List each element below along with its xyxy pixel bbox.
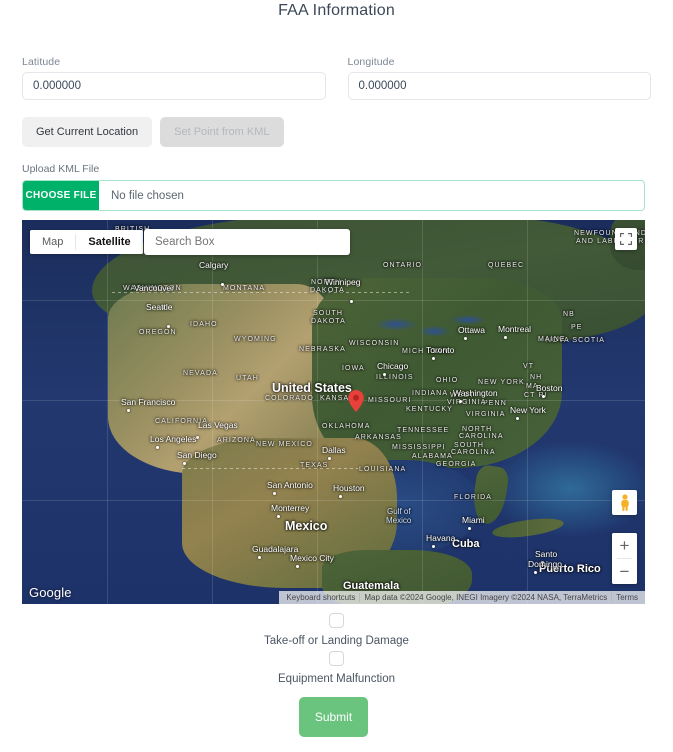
map-city-dot [464,337,467,340]
map-border-line [112,292,412,293]
map-gridline [22,500,645,501]
upload-kml-label: Upload KML File [22,163,100,175]
takeoff-landing-damage-label: Take-off or Landing Damage [264,635,409,647]
equipment-malfunction-label: Equipment Malfunction [278,673,395,685]
file-status-text: No file chosen [111,189,184,202]
equipment-malfunction-group: Equipment Malfunction [0,650,673,685]
landmass-cuba [491,515,565,541]
great-lakes-water [372,306,492,352]
longitude-field-group: Longitude [347,56,651,100]
location-map[interactable]: United States Mexico Cuba Guatemala Puerto R… [22,220,645,604]
map-city-dot [541,561,544,564]
map-imagery [22,220,645,604]
latitude-field-group: Latitude [22,56,326,100]
map-type-control[interactable]: Map Satellite [30,230,143,254]
takeoff-landing-damage-checkbox[interactable] [329,613,344,629]
latitude-input[interactable] [22,72,326,100]
zoom-out-button[interactable]: − [612,559,637,584]
latitude-label: Latitude [22,56,61,68]
map-city-dot [258,556,261,559]
map-gridline [22,300,645,301]
faa-information-page: FAA Information Latitude Longitude Get C… [0,0,673,752]
map-gridline [527,220,528,604]
map-city-dot [516,417,519,420]
pegman-icon [620,493,629,511]
fullscreen-icon [620,233,632,245]
map-gridline [22,400,645,401]
choose-file-button[interactable]: CHOOSE FILE [23,181,99,210]
map-data-attribution: Map data ©2024 Google, INEGI Imagery ©20… [364,593,608,602]
map-city-dot [183,462,186,465]
map-search-input[interactable] [144,229,350,255]
map-gridline [212,220,213,604]
map-gridline [317,220,318,604]
map-city-dot [296,565,299,568]
map-city-dot [432,357,435,360]
map-city-dot [273,492,276,495]
coordinate-fields: Latitude Longitude [22,56,651,100]
map-gridline [107,220,108,604]
map-type-satellite-button[interactable]: Satellite [76,230,143,254]
keyboard-shortcuts-link[interactable]: Keyboard shortcuts [282,593,359,602]
map-city-dot [162,306,165,309]
map-city-dot [432,545,435,548]
map-city-dot [504,336,507,339]
terms-link[interactable]: Terms [612,593,642,602]
map-city-dot [127,409,130,412]
map-city-dot [383,373,386,376]
page-title: FAA Information [278,2,395,19]
submit-button[interactable]: Submit [299,697,368,737]
location-buttons: Get Current Location Set Point from KML [22,117,284,147]
map-gridline [422,220,423,604]
get-current-location-button[interactable]: Get Current Location [22,117,153,147]
map-city-dot [156,446,159,449]
longitude-label: Longitude [347,56,395,68]
map-city-dot [167,325,170,328]
map-zoom-control[interactable]: + − [612,533,637,584]
map-type-map-button[interactable]: Map [30,230,76,254]
map-city-dot [277,515,280,518]
map-attribution: Keyboard shortcuts Map data ©2024 Google… [279,591,645,604]
street-view-pegman-button[interactable] [612,490,637,515]
map-city-dot [328,457,331,460]
map-city-dot [468,527,471,530]
map-city-dot [542,395,545,398]
fullscreen-button[interactable] [615,228,637,250]
map-city-dot [534,571,537,574]
map-city-dot [221,283,224,286]
equipment-malfunction-checkbox[interactable] [329,651,344,667]
set-point-from-kml-button: Set Point from KML [160,117,284,147]
map-city-dot [339,495,342,498]
kml-file-input[interactable]: CHOOSE FILE No file chosen [22,180,645,211]
google-logo: Google [29,585,72,600]
map-city-dot [196,436,199,439]
map-border-line [182,468,362,469]
zoom-in-button[interactable]: + [612,533,637,558]
longitude-input[interactable] [347,72,651,100]
map-city-dot [350,300,353,303]
location-marker-icon[interactable] [348,390,364,412]
map-city-dot [459,400,462,403]
takeoff-landing-damage-group: Take-off or Landing Damage [0,612,673,647]
